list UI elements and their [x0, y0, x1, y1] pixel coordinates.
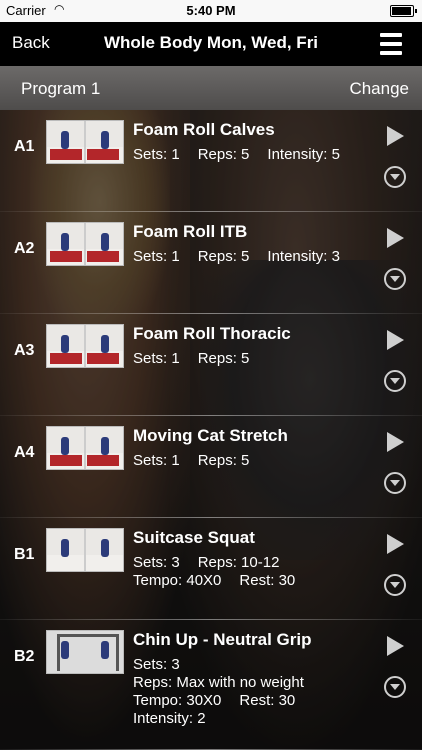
play-icon[interactable] [387, 636, 404, 656]
reps-label: Reps: 5 [197, 350, 250, 367]
status-time: 5:40 PM [186, 3, 236, 18]
reps-label: Reps: Max with no weight [133, 674, 304, 691]
exercise-name: Moving Cat Stretch [133, 426, 288, 445]
exercise-thumbnail [46, 120, 124, 164]
exercise-thumbnail [46, 630, 124, 674]
reps-label: Reps: 5 [197, 146, 250, 163]
exercise-details: Sets: 1 Reps: 5 Intensity: 3 [133, 248, 340, 266]
expand-icon[interactable] [384, 268, 406, 290]
play-icon[interactable] [387, 330, 404, 350]
exercise-code: B2 [14, 648, 35, 665]
exercise-name: Foam Roll Calves [133, 120, 275, 139]
rest-label: Rest: 30 [239, 692, 296, 709]
exercise-row[interactable]: B1 Suitcase Squat Sets: 3 Reps: 10-12 Tem… [0, 518, 422, 620]
tempo-label: Tempo: 40X0 [133, 572, 222, 589]
sets-label: Sets: 3 [133, 656, 180, 673]
play-icon[interactable] [387, 126, 404, 146]
exercise-row[interactable]: A3 Foam Roll Thoracic Sets: 1 Reps: 5 [0, 314, 422, 416]
reps-label: Reps: 5 [197, 248, 250, 265]
tempo-label: Tempo: 30X0 [133, 692, 222, 709]
rest-label: Rest: 30 [239, 572, 296, 589]
exercise-row[interactable]: A4 Moving Cat Stretch Sets: 1 Reps: 5 [0, 416, 422, 518]
exercise-row[interactable]: A2 Foam Roll ITB Sets: 1 Reps: 5 Intensity… [0, 212, 422, 314]
exercise-details: Sets: 1 Reps: 5 [133, 350, 249, 368]
exercise-name: Suitcase Squat [133, 528, 255, 547]
exercise-thumbnail [46, 426, 124, 470]
sets-label: Sets: 1 [133, 248, 180, 265]
exercise-code: A4 [14, 444, 35, 461]
page-title: Whole Body Mon, Wed, Fri [103, 33, 319, 52]
exercise-list: A1 Foam Roll Calves Sets: 1 Reps: 5 Intens… [0, 110, 422, 750]
exercise-row[interactable]: B2 Chin Up - Neutral Grip Sets: 3 Reps: … [0, 620, 422, 750]
status-bar: Carrier ◠ 5:40 PM [0, 0, 422, 22]
exercise-thumbnail [46, 324, 124, 368]
exercise-code: A3 [14, 342, 35, 359]
expand-icon[interactable] [384, 676, 406, 698]
reps-label: Reps: 10-12 [197, 554, 280, 571]
expand-icon[interactable] [384, 166, 406, 188]
sets-label: Sets: 1 [133, 146, 180, 163]
exercise-details: Sets: 1 Reps: 5 Intensity: 5 [133, 146, 340, 164]
play-icon[interactable] [387, 432, 404, 452]
intensity-label: Intensity: 3 [267, 248, 340, 265]
exercise-code: A2 [14, 240, 35, 257]
play-icon[interactable] [387, 228, 404, 248]
expand-icon[interactable] [384, 574, 406, 596]
reps-label: Reps: 5 [197, 452, 250, 469]
exercise-name: Chin Up - Neutral Grip [133, 630, 312, 649]
expand-icon[interactable] [384, 472, 406, 494]
exercise-details: Sets: 1 Reps: 5 [133, 452, 249, 470]
program-name: Program 1 [21, 79, 101, 98]
sets-label: Sets: 1 [133, 452, 180, 469]
exercise-name: Foam Roll ITB [133, 222, 248, 241]
play-icon[interactable] [387, 534, 404, 554]
sets-label: Sets: 3 [133, 554, 180, 571]
change-program-button[interactable]: Change [349, 79, 409, 99]
exercise-thumbnail [46, 528, 124, 572]
exercise-code: B1 [14, 546, 35, 563]
exercise-details: Sets: 3 Reps: Max with no weight Tempo: … [133, 656, 304, 728]
menu-icon[interactable] [380, 33, 402, 55]
intensity-label: Intensity: 5 [267, 146, 340, 163]
exercise-name: Foam Roll Thoracic [133, 324, 291, 343]
intensity-label: Intensity: 2 [133, 710, 206, 727]
exercise-code: A1 [14, 138, 35, 155]
navigation-bar: Back Whole Body Mon, Wed, Fri [0, 22, 422, 66]
exercise-thumbnail [46, 222, 124, 266]
battery-icon [390, 5, 417, 17]
exercise-details: Sets: 3 Reps: 10-12 Tempo: 40X0 Rest: 30 [133, 554, 295, 590]
expand-icon[interactable] [384, 370, 406, 392]
program-bar: Program 1 Change [0, 66, 422, 110]
exercise-row[interactable]: A1 Foam Roll Calves Sets: 1 Reps: 5 Intens… [0, 110, 422, 212]
sets-label: Sets: 1 [133, 350, 180, 367]
